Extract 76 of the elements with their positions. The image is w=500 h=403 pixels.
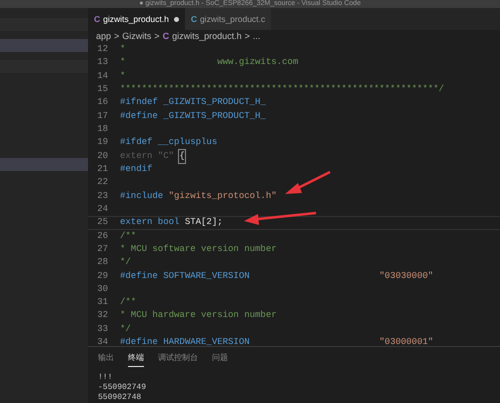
line-number: 31	[96, 296, 109, 310]
code-text: *	[120, 70, 126, 83]
c-file-icon: C	[162, 30, 170, 44]
terminal-line: -550902749	[98, 383, 148, 393]
breadcrumb-separator: >	[154, 30, 160, 43]
code-text: extern "C"	[120, 150, 176, 163]
code-text: ***********************************************************/	[120, 82, 444, 96]
sidebar-item[interactable]	[0, 158, 88, 171]
code-text: */	[120, 322, 131, 336]
code-text: "03030000"	[379, 270, 434, 282]
code-text: #define	[120, 336, 159, 346]
line-number: 24	[96, 202, 109, 216]
code-text: #define	[120, 110, 159, 123]
panel-tab[interactable]: 输出	[98, 352, 114, 367]
code-text: _GIZWITS_PRODUCT_H_	[163, 96, 266, 110]
line-number: 33	[96, 322, 109, 336]
breadcrumb-item[interactable]: Gizwits	[122, 30, 152, 44]
code-text: #define	[120, 270, 159, 282]
code-text: {	[179, 150, 185, 164]
code-text: * MCU hardware version number	[120, 309, 277, 322]
breadcrumb-item[interactable]: app	[96, 30, 112, 44]
line-number: 19	[96, 136, 109, 150]
code-text: "03000001"	[379, 336, 434, 346]
code-text: _GIZWITS_PRODUCT_H_	[163, 110, 266, 123]
line-number: 26	[96, 230, 109, 243]
code-text: * www.gizwits.com	[120, 56, 298, 70]
line-number: 14	[96, 70, 109, 83]
line-number: 20	[96, 150, 109, 163]
code-text: * MCU software version number	[120, 242, 277, 256]
line-number: 15	[96, 82, 109, 96]
line-number: 22	[96, 176, 109, 190]
code-text: #ifndef	[120, 96, 159, 110]
line-number: 28	[96, 256, 109, 270]
line-number: 12	[96, 43, 109, 56]
terminal-line: !!!	[98, 373, 114, 383]
editor-tab[interactable]: C gizwits_product.h	[88, 8, 185, 30]
line-number: 23	[96, 190, 109, 203]
panel-tab[interactable]: 调试控制台	[158, 352, 198, 367]
c-file-icon: C	[94, 12, 100, 26]
line-number: 27	[96, 242, 109, 256]
code-text: HARDWARE_VERSION	[163, 336, 251, 346]
tab-label: gizwits_product.c	[200, 12, 266, 26]
panel-tab[interactable]: 问题	[212, 352, 228, 367]
code-text: SOFTWARE_VERSION	[163, 270, 251, 282]
line-number: 17	[96, 110, 109, 123]
breadcrumb-separator: >	[244, 30, 250, 43]
editor-tab[interactable]: C gizwits_product.c	[184, 8, 272, 30]
sidebar-item[interactable]	[0, 39, 88, 52]
line-number: 34	[96, 336, 109, 346]
code-text: */	[120, 256, 131, 270]
code-text: /**	[120, 230, 136, 243]
code-text: extern bool	[120, 216, 180, 230]
line-number: 32	[96, 309, 109, 322]
code-text: #endif	[120, 162, 152, 176]
code-text: #include	[120, 190, 164, 203]
code-text: *	[120, 43, 126, 56]
code-text: STA[2];	[184, 216, 223, 230]
c-file-icon: C	[190, 12, 197, 26]
line-number: 29	[96, 270, 109, 282]
breadcrumb-item[interactable]: ...	[252, 30, 260, 44]
breadcrumb-separator: >	[114, 30, 120, 43]
code-text: #ifdef	[120, 136, 154, 150]
line-number: 21	[96, 162, 109, 176]
code-text: /**	[120, 296, 136, 310]
line-number: 16	[96, 96, 109, 110]
line-number: 25	[96, 216, 109, 230]
code-text: "gizwits_protocol.h"	[168, 190, 277, 203]
line-number: 18	[96, 122, 109, 136]
panel-tab[interactable]: 终端	[128, 352, 144, 367]
code-text: __cplusplus	[158, 136, 218, 150]
line-number: 30	[96, 282, 109, 296]
tab-label: gizwits_product.h	[103, 12, 169, 26]
breadcrumb-item[interactable]: gizwits_product.h	[172, 30, 242, 44]
arrow-annotation	[285, 170, 331, 194]
line-number: 13	[96, 56, 109, 70]
terminal-line: 550902748	[98, 393, 142, 403]
